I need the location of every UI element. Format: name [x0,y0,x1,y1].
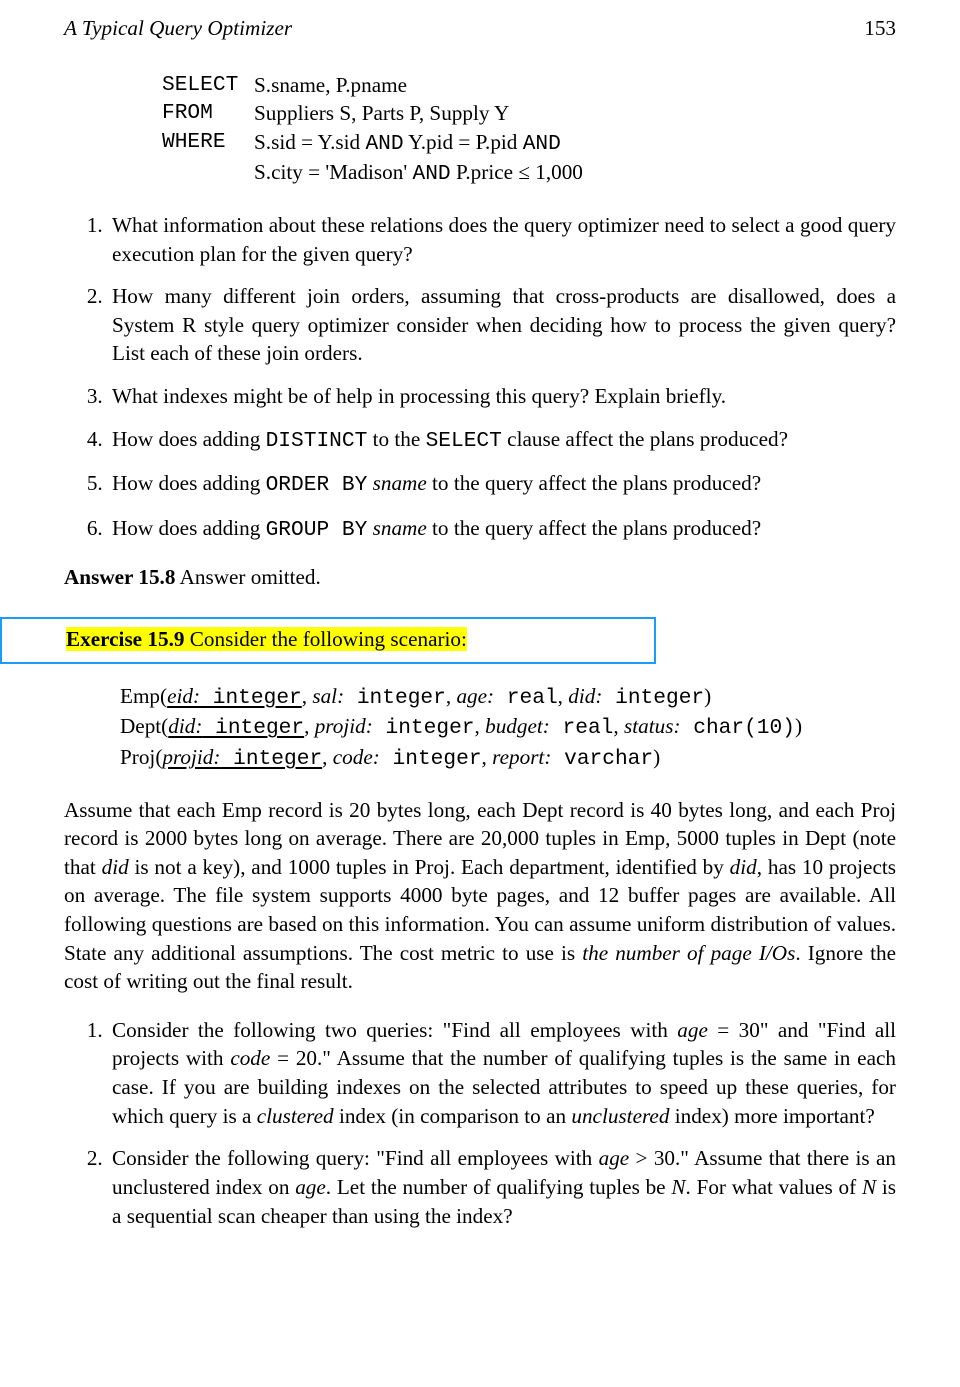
answer-text: Answer omitted. [175,565,320,589]
sql-query-block: SELECT S.sname, P.pname FROM Suppliers S… [162,71,896,189]
question-5: How does adding ORDER BY sname to the qu… [108,469,896,500]
assumptions-paragraph: Assume that each Emp record is 20 bytes … [64,796,896,996]
question-list-a: What information about these relations d… [64,211,896,544]
from-tables: Suppliers S, Parts P, Supply Y [254,99,896,128]
question-2: How many different join orders, assuming… [108,282,896,368]
schema-dept: Dept(did: integer, projid: integer, budg… [120,712,896,743]
answer-label: Answer 15.8 [64,565,175,589]
exercise-label: Exercise 15.9 [66,627,184,651]
schema-block: Emp(eid: integer, sal: integer, age: rea… [120,682,896,774]
select-kw: SELECT [162,71,254,100]
answer-block: Answer 15.8 Answer omitted. [64,563,896,592]
question-list-b: Consider the following two queries: "Fin… [64,1016,896,1230]
b-question-1: Consider the following two queries: "Fin… [108,1016,896,1130]
where-kw: WHERE [162,128,254,159]
select-cols: S.sname, P.pname [254,71,896,100]
page-number: 153 [864,14,896,43]
where-line-1: S.sid = Y.sid AND Y.pid = P.pid AND [254,128,896,159]
question-4: How does adding DISTINCT to the SELECT c… [108,425,896,456]
question-6: How does adding GROUP BY sname to the qu… [108,514,896,545]
from-kw: FROM [162,99,254,128]
page: A Typical Query Optimizer 153 SELECT S.s… [0,0,960,1387]
question-3: What indexes might be of help in process… [108,382,896,411]
question-1: What information about these relations d… [108,211,896,268]
running-title: A Typical Query Optimizer [64,14,292,43]
b-question-2: Consider the following query: "Find all … [108,1144,896,1230]
exercise-text: Consider the following scenario: [184,627,466,651]
schema-proj: Proj(projid: integer, code: integer, rep… [120,743,896,774]
exercise-callout: Exercise 15.9 Consider the following sce… [0,617,656,664]
page-header: A Typical Query Optimizer 153 [64,14,896,43]
where-line-2: S.city = 'Madison' AND P.price ≤ 1,000 [254,158,896,189]
schema-emp: Emp(eid: integer, sal: integer, age: rea… [120,682,896,713]
